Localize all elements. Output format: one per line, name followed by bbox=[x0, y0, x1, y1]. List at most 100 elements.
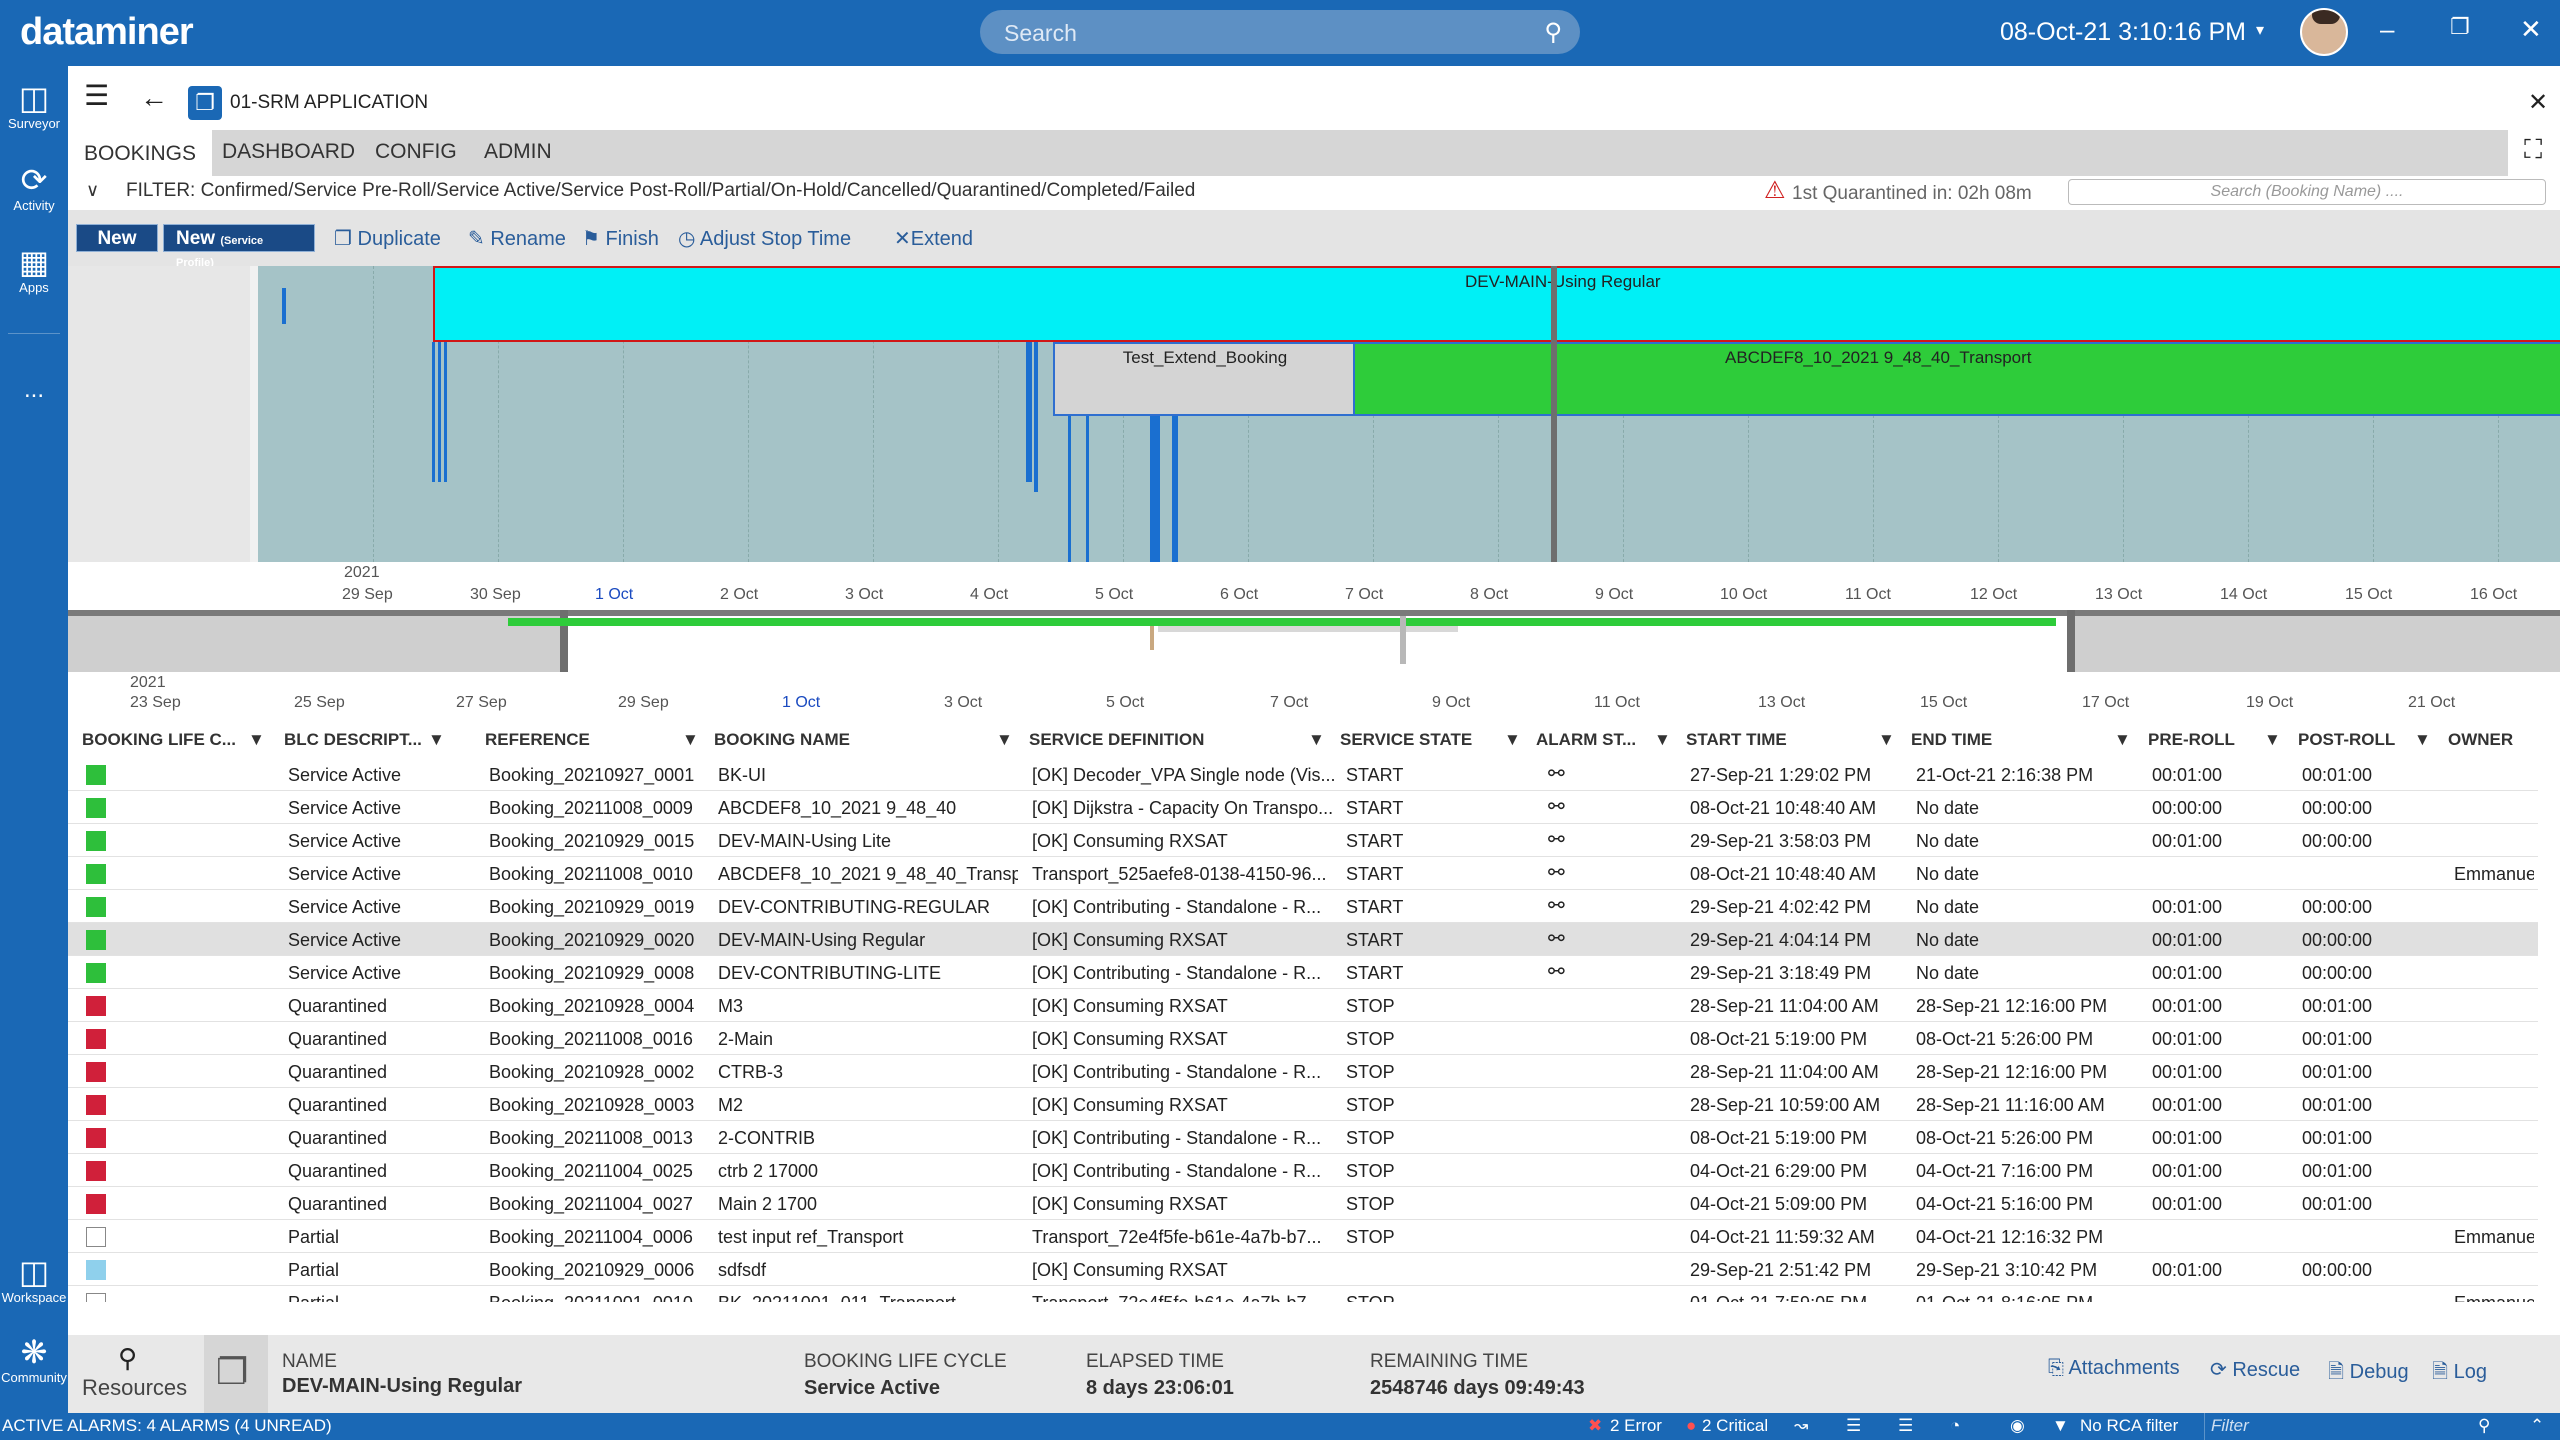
table-row[interactable]: Quarantined Booking_20211008_0013 2-CONTRI… bbox=[68, 1121, 2538, 1154]
nav-apps[interactable]: ▦ Apps bbox=[0, 244, 68, 295]
alarm-filter-input[interactable]: Filter bbox=[2204, 1413, 2504, 1440]
table-row[interactable]: Partial Booking_20210929_0006 sdfsdf [OK] C… bbox=[68, 1253, 2538, 1286]
table-row[interactable]: Partial Booking_20211001_0010 BK_20211001_… bbox=[68, 1286, 2538, 1302]
filter-icon[interactable]: ▼ bbox=[1878, 730, 1895, 750]
col-booking-name[interactable]: BOOKING NAME bbox=[714, 730, 850, 750]
booking-marker[interactable] bbox=[1068, 416, 1071, 562]
list-icon[interactable]: ☰ bbox=[1846, 1416, 1861, 1436]
back-arrow-icon[interactable]: ← bbox=[140, 82, 168, 114]
col-start-time[interactable]: START TIME bbox=[1686, 730, 1787, 750]
col-alarm-state[interactable]: ALARM ST... bbox=[1536, 730, 1636, 750]
nav-workspace[interactable]: ◫ Workspace bbox=[0, 1254, 68, 1305]
col-pre-roll[interactable]: PRE-ROLL bbox=[2148, 730, 2235, 750]
timeline-bar-transport[interactable]: ABCDEF8_10_2021 9_48_40_Transport bbox=[1355, 342, 2560, 416]
booking-search-input[interactable]: Search (Booking Name) .... bbox=[2068, 179, 2546, 205]
search-icon[interactable]: ⚲ bbox=[2478, 1416, 2490, 1436]
tab-admin[interactable]: ADMIN bbox=[484, 140, 552, 164]
debug-button[interactable]: 🗎 Debug bbox=[2328, 1357, 2409, 1391]
col-reference[interactable]: REFERENCE bbox=[485, 730, 590, 750]
col-post-roll[interactable]: POST-ROLL bbox=[2298, 730, 2395, 750]
timeline-bar-test-extend-booking[interactable]: Test_Extend_Booking bbox=[1053, 342, 1355, 416]
booking-timeline[interactable]: DEV-MAIN-Using Regular Test_Extend_Booki… bbox=[68, 266, 2560, 562]
table-row[interactable]: Service Active Booking_20210929_0008 DEV-C… bbox=[68, 956, 2538, 989]
rescue-button[interactable]: ⟳ Rescue bbox=[2210, 1357, 2300, 1382]
fullscreen-icon[interactable]: ⛶ bbox=[2524, 134, 2542, 166]
timeline-bar-dev-main-using-regular[interactable]: DEV-MAIN-Using Regular bbox=[433, 266, 2560, 342]
active-alarms-text[interactable]: ACTIVE ALARMS: 4 ALARMS (4 UNREAD) bbox=[2, 1416, 332, 1436]
booking-marker[interactable] bbox=[1150, 416, 1160, 562]
table-row[interactable]: Service Active Booking_20210929_0015 DEV-M… bbox=[68, 824, 2538, 857]
tab-bookings[interactable]: BOOKINGS bbox=[68, 130, 213, 176]
overview-handle-right[interactable] bbox=[2067, 610, 2075, 672]
link-icon[interactable]: ⚯ bbox=[1548, 860, 1565, 885]
col-owner[interactable]: OWNER bbox=[2448, 730, 2513, 750]
bars-icon[interactable]: ☰ bbox=[1898, 1416, 1913, 1436]
table-row[interactable]: Service Active Booking_20211008_0010 ABCDE… bbox=[68, 857, 2538, 890]
filter-icon[interactable]: ▼ bbox=[2414, 730, 2431, 750]
resources-button[interactable]: ⚲ Resources bbox=[68, 1335, 190, 1413]
timeline-overview[interactable] bbox=[68, 610, 2560, 672]
search-icon[interactable]: ⚲ bbox=[1544, 18, 1562, 47]
table-row[interactable]: Quarantined Booking_20210928_0002 CTRB-3 [O… bbox=[68, 1055, 2538, 1088]
filter-icon[interactable]: ▼ bbox=[2052, 1416, 2069, 1436]
restore-icon[interactable]: ❐ bbox=[2450, 14, 2470, 40]
close-app-icon[interactable]: ✕ bbox=[2528, 88, 2548, 117]
chevron-up-icon[interactable]: ⌃ bbox=[2530, 1416, 2544, 1436]
chevron-down-icon[interactable]: ▾ bbox=[2256, 20, 2264, 40]
link-icon[interactable]: ⚯ bbox=[1548, 959, 1565, 984]
close-window-icon[interactable]: ✕ bbox=[2520, 14, 2542, 45]
booking-marker[interactable] bbox=[432, 342, 435, 482]
table-row[interactable]: Service Active Booking_20210929_0020 DEV-M… bbox=[68, 923, 2538, 956]
filter-icon[interactable]: ▼ bbox=[428, 730, 445, 750]
filter-icon[interactable]: ▼ bbox=[682, 730, 699, 750]
error-count[interactable]: 2 Error bbox=[1610, 1416, 1662, 1436]
booking-marker[interactable] bbox=[1086, 416, 1089, 562]
attachments-button[interactable]: ⎘ Attachments bbox=[2048, 1357, 2180, 1380]
table-row[interactable]: Service Active Booking_20210927_0001 BK-UI… bbox=[68, 758, 2538, 791]
link-icon[interactable]: ⚯ bbox=[1548, 926, 1565, 951]
nav-community[interactable]: ❋ Community bbox=[0, 1334, 68, 1385]
tab-dashboard[interactable]: DASHBOARD bbox=[222, 140, 355, 164]
chevron-down-icon[interactable]: ∨ bbox=[86, 180, 99, 201]
active-alarms-bar[interactable]: ACTIVE ALARMS: 4 ALARMS (4 UNREAD) ✖ 2 E… bbox=[0, 1413, 2560, 1440]
booking-marker[interactable] bbox=[1034, 342, 1038, 492]
booking-marker[interactable] bbox=[444, 342, 447, 482]
new-service-profile-button[interactable]: New (Service Profile) bbox=[163, 224, 315, 269]
filter-icon[interactable]: ▼ bbox=[2264, 730, 2281, 750]
booking-marker[interactable] bbox=[1026, 342, 1032, 482]
chart-icon[interactable]: ↝ bbox=[1794, 1416, 1808, 1436]
duplicate-button[interactable]: ❐ Duplicate bbox=[334, 226, 441, 251]
adjust-stop-time-button[interactable]: ◷ Adjust Stop Time bbox=[678, 226, 851, 251]
nav-surveyor[interactable]: ◫ Surveyor bbox=[0, 80, 68, 131]
table-row[interactable]: Quarantined Booking_20211008_0016 2-Main [O… bbox=[68, 1022, 2538, 1055]
filter-text[interactable]: FILTER: Confirmed/Service Pre-Roll/Servi… bbox=[126, 180, 1195, 202]
filter-icon[interactable]: ▼ bbox=[1654, 730, 1671, 750]
table-row[interactable]: Quarantined Booking_20211004_0027 Main 2 1… bbox=[68, 1187, 2538, 1220]
col-blc-description[interactable]: BLC DESCRIPT... bbox=[284, 730, 422, 750]
table-row[interactable]: Quarantined Booking_20211004_0025 ctrb 2 1… bbox=[68, 1154, 2538, 1187]
link-icon[interactable]: ⚯ bbox=[1548, 827, 1565, 852]
col-end-time[interactable]: END TIME bbox=[1911, 730, 1992, 750]
filter-icon[interactable]: ▼ bbox=[2114, 730, 2131, 750]
filter-icon[interactable]: ▼ bbox=[1504, 730, 1521, 750]
table-row[interactable]: Quarantined Booking_20210928_0004 M3 [OK] C… bbox=[68, 989, 2538, 1022]
finish-button[interactable]: ⚑ Finish bbox=[582, 226, 659, 251]
global-search-input[interactable]: Search ⚲ bbox=[980, 10, 1580, 54]
filter-icon[interactable]: ▼ bbox=[1308, 730, 1325, 750]
link-icon[interactable]: ⚯ bbox=[1548, 761, 1565, 786]
more-icon[interactable]: ... bbox=[0, 376, 68, 404]
filter-icon[interactable]: ▼ bbox=[248, 730, 265, 750]
new-button[interactable]: New bbox=[76, 224, 158, 252]
rca-filter[interactable]: No RCA filter bbox=[2080, 1416, 2178, 1436]
nav-activity[interactable]: ⟳ Activity bbox=[0, 162, 68, 213]
tab-config[interactable]: CONFIG bbox=[375, 140, 457, 164]
pie-icon[interactable]: ◔ bbox=[1950, 1416, 1960, 1436]
hamburger-menu-icon[interactable]: ☰ bbox=[84, 82, 109, 110]
focus-icon[interactable]: ◉ bbox=[2010, 1416, 2025, 1436]
extend-button[interactable]: ✕Extend bbox=[894, 226, 973, 251]
critical-count[interactable]: 2 Critical bbox=[1702, 1416, 1768, 1436]
table-row[interactable]: Partial Booking_20211004_0006 test input r… bbox=[68, 1220, 2538, 1253]
booking-marker[interactable] bbox=[282, 288, 286, 324]
col-service-state[interactable]: SERVICE STATE bbox=[1340, 730, 1472, 750]
table-row[interactable]: Service Active Booking_20210929_0019 DEV-C… bbox=[68, 890, 2538, 923]
